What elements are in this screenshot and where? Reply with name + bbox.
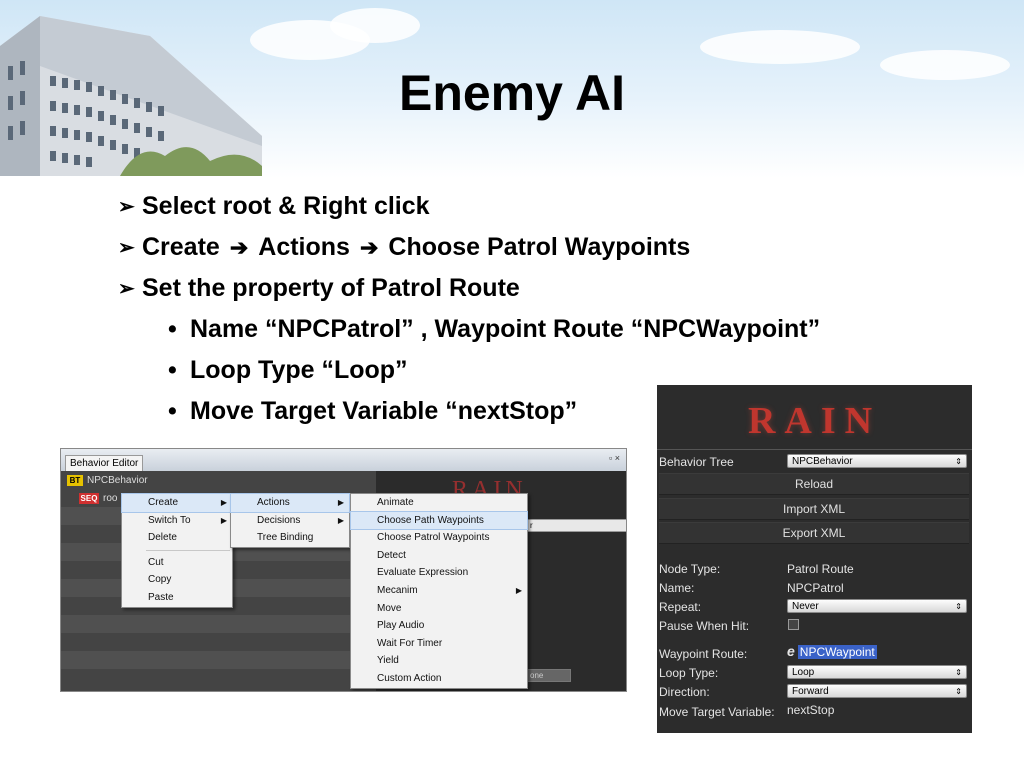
- menu-separator: [146, 549, 230, 551]
- dot-bullet-icon: •: [168, 397, 177, 425]
- waypoint-route-field[interactable]: e NPCWaypoint: [787, 643, 877, 659]
- node-type-label: Node Type:: [659, 562, 721, 576]
- menu-item-wait-for-timer[interactable]: Wait For Timer: [351, 635, 527, 653]
- properties-footer-button[interactable]: one: [526, 669, 571, 682]
- waypoint-route-label: Waypoint Route:: [659, 647, 748, 661]
- rain-inspector-panel: RAIN Behavior Tree NPCBehavior ⇕ Reload I…: [657, 385, 972, 733]
- sub-bullet-text: Loop Type “Loop”: [190, 356, 408, 384]
- behavior-tree-label: Behavior Tree: [659, 455, 734, 469]
- pause-when-hit-label: Pause When Hit:: [659, 619, 750, 633]
- move-target-variable-label: Move Target Variable:: [659, 705, 775, 719]
- pause-when-hit-checkbox[interactable]: [788, 619, 799, 630]
- menu-item-decisions[interactable]: Decisions ▶: [231, 512, 349, 530]
- submenu-arrow-icon: ▶: [515, 585, 522, 595]
- sequencer-icon: SEQ: [79, 493, 99, 504]
- menu-item-choose-patrol-waypoints[interactable]: Choose Patrol Waypoints: [351, 529, 527, 547]
- behavior-tree-icon: BT: [67, 475, 83, 486]
- behavior-tree-dropdown[interactable]: NPCBehavior ⇕: [787, 454, 967, 468]
- submenu-arrow-icon: ▶: [220, 498, 227, 507]
- editor-title-bar: Behavior Editor ▫ ×: [61, 449, 626, 471]
- actions-submenu: Animate Choose Path Waypoints Choose Pat…: [350, 493, 528, 689]
- divider: [657, 449, 972, 450]
- tree-root-node[interactable]: BT NPCBehavior: [67, 475, 148, 486]
- behavior-editor-window: Behavior Editor ▫ × RAIN r one BT NPCBeha…: [60, 448, 627, 692]
- dropdown-caret-icon: ⇕: [955, 687, 962, 696]
- window-controls[interactable]: ▫ ×: [609, 453, 620, 463]
- submenu-arrow-icon: ▶: [220, 515, 227, 525]
- menu-item-mecanim[interactable]: Mecanim ▶: [351, 582, 527, 600]
- menu-item-cut[interactable]: Cut: [122, 554, 232, 572]
- bullet-text: Actions: [258, 233, 350, 261]
- arrow-bullet-icon: ➢: [118, 278, 135, 300]
- menu-item-play-audio[interactable]: Play Audio: [351, 617, 527, 635]
- loop-type-label: Loop Type:: [659, 666, 719, 680]
- sub-bullet-text: Move Target Variable “nextStop”: [190, 397, 578, 425]
- bullet-item: ➢ Create ➔ Actions ➔ Choose Patrol Waypo…: [118, 227, 938, 268]
- cloud-shape: [330, 8, 420, 43]
- slide-title: Enemy AI: [398, 65, 625, 121]
- create-submenu: Actions ▶ Decisions ▶ Tree Binding: [230, 493, 350, 548]
- submenu-arrow-icon: ▶: [337, 498, 344, 507]
- menu-item-switch-to[interactable]: Switch To ▶: [122, 512, 232, 530]
- context-menu: Create ▶ Switch To ▶ Delete Cut Copy Paste: [121, 493, 233, 608]
- submenu-arrow-icon: ▶: [337, 515, 344, 525]
- menu-item-delete[interactable]: Delete: [122, 529, 232, 547]
- tree-child-node[interactable]: SEQ roo: [79, 493, 117, 504]
- root-label: NPCBehavior: [87, 475, 148, 486]
- properties-dropdown[interactable]: r: [526, 519, 626, 532]
- move-target-variable-value[interactable]: nextStop: [787, 703, 834, 717]
- menu-item-paste[interactable]: Paste: [122, 589, 232, 607]
- right-arrow-icon: ➔: [359, 234, 379, 260]
- direction-label: Direction:: [659, 685, 710, 699]
- bullet-text: Choose Patrol Waypoints: [388, 233, 691, 261]
- menu-item-detect[interactable]: Detect: [351, 547, 527, 565]
- bullet-item: ➢ Select root & Right click: [118, 186, 938, 227]
- direction-dropdown[interactable]: Forward ⇕: [787, 684, 967, 698]
- arrow-bullet-icon: ➢: [118, 237, 135, 259]
- bullet-text: Create: [142, 233, 220, 261]
- right-arrow-icon: ➔: [229, 234, 249, 260]
- bullet-text: Set the property of Patrol Route: [142, 274, 520, 302]
- menu-item-tree-binding[interactable]: Tree Binding: [231, 529, 349, 547]
- sub-bullet-text: Name “NPCPatrol” , Waypoint Route “NPCWa…: [190, 315, 821, 343]
- dropdown-caret-icon: ⇕: [955, 602, 962, 611]
- export-xml-button[interactable]: Export XML: [659, 522, 969, 544]
- loop-type-dropdown[interactable]: Loop ⇕: [787, 665, 967, 679]
- menu-item-yield[interactable]: Yield: [351, 652, 527, 670]
- menu-item-copy[interactable]: Copy: [122, 571, 232, 589]
- sub-bullet-item: • Name “NPCPatrol” , Waypoint Route “NPC…: [168, 309, 938, 350]
- dot-bullet-icon: •: [168, 356, 177, 384]
- dropdown-caret-icon: ⇕: [955, 668, 962, 677]
- arrow-bullet-icon: ➢: [118, 196, 135, 218]
- node-type-value: Patrol Route: [787, 562, 854, 576]
- name-label: Name:: [659, 581, 695, 595]
- bullet-text: Select root & Right click: [142, 192, 430, 220]
- menu-item-actions[interactable]: Actions ▶: [230, 493, 350, 513]
- menu-item-evaluate-expression[interactable]: Evaluate Expression: [351, 564, 527, 582]
- bullet-item: ➢ Set the property of Patrol Route: [118, 268, 938, 309]
- menu-item-custom-action[interactable]: Custom Action: [351, 670, 527, 688]
- menu-item-create[interactable]: Create ▶: [121, 493, 233, 513]
- child-label: roo: [103, 493, 118, 504]
- name-value[interactable]: NPCPatrol: [787, 581, 844, 595]
- behavior-editor-tab[interactable]: Behavior Editor: [65, 455, 144, 471]
- repeat-label: Repeat:: [659, 600, 702, 614]
- reload-button[interactable]: Reload: [659, 473, 969, 495]
- dropdown-caret-icon: ⇕: [955, 457, 962, 466]
- repeat-dropdown[interactable]: Never ⇕: [787, 599, 967, 613]
- menu-item-move[interactable]: Move: [351, 600, 527, 618]
- menu-item-choose-path-waypoints[interactable]: Choose Path Waypoints: [350, 510, 528, 531]
- menu-item-animate[interactable]: Animate: [351, 494, 527, 512]
- cloud-shape: [700, 30, 860, 64]
- rain-logo: RAIN: [747, 400, 882, 442]
- import-xml-button[interactable]: Import XML: [659, 498, 969, 520]
- dot-bullet-icon: •: [168, 315, 177, 343]
- waypoint-route-value: NPCWaypoint: [797, 645, 877, 659]
- expression-icon: e: [787, 643, 795, 659]
